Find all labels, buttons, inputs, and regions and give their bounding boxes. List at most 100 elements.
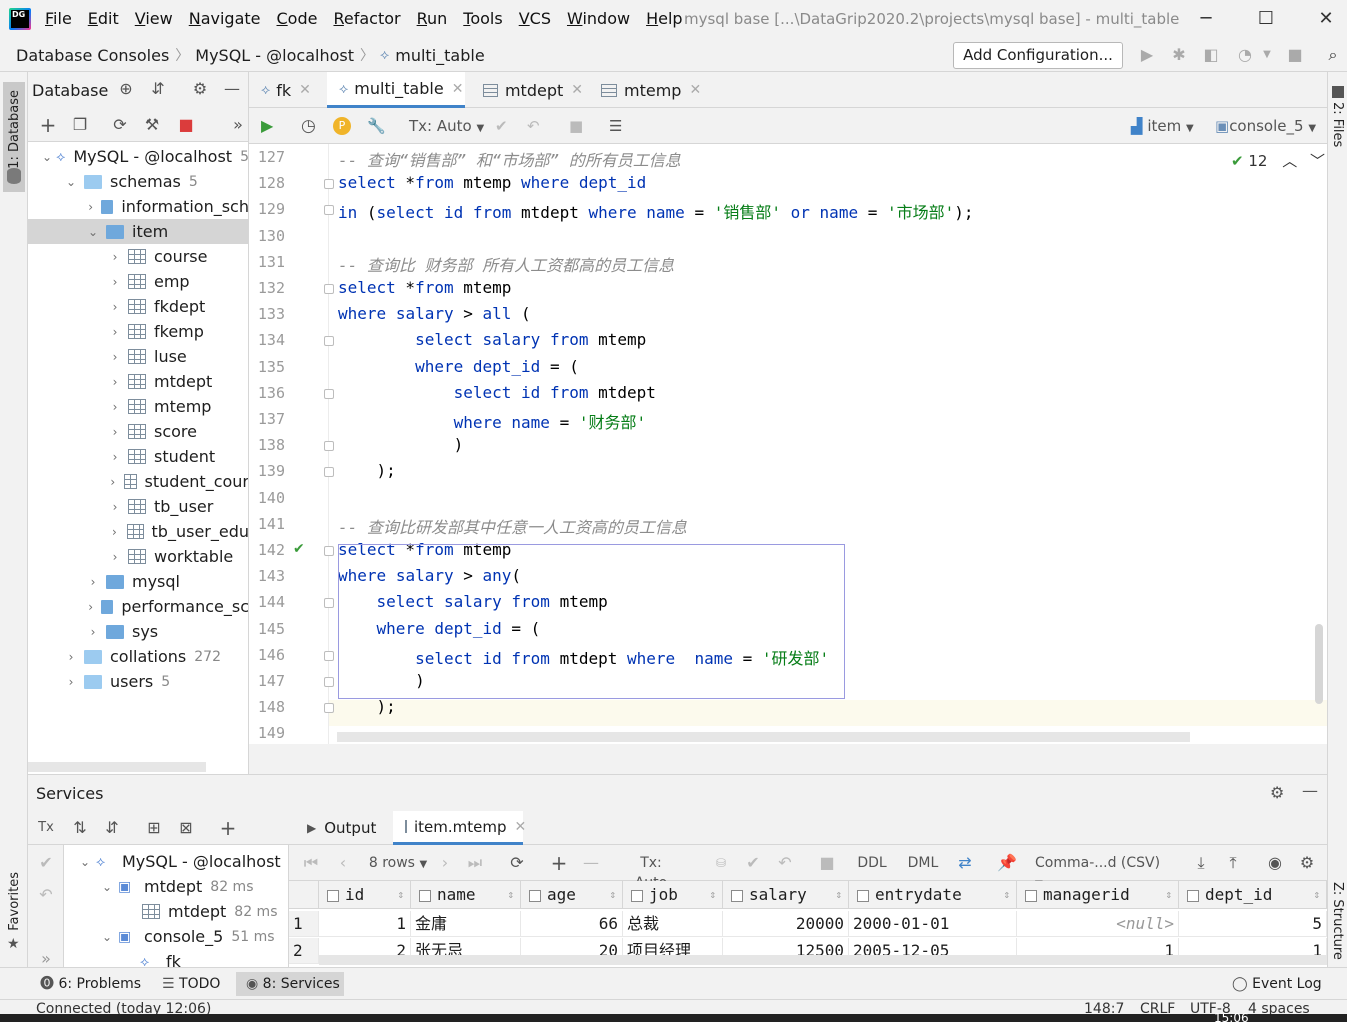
result-layout-icon[interactable]: ☰	[609, 116, 622, 136]
refresh-icon[interactable]: ⟳	[110, 115, 130, 135]
add-icon[interactable]: +	[38, 115, 58, 135]
code-line[interactable]: );	[338, 697, 396, 716]
column-header-age[interactable]: age ⇕	[521, 881, 623, 909]
tree-item-collations[interactable]: › collations 272	[28, 644, 248, 669]
code-line[interactable]: );	[338, 461, 396, 480]
last-page-icon[interactable]: ⏭	[465, 853, 485, 873]
table-cell[interactable]: 5	[1179, 911, 1327, 937]
vertical-scrollbar[interactable]	[1315, 624, 1323, 704]
menu-refactor[interactable]: Refactor	[333, 9, 400, 28]
tab-mtdept[interactable]: mtdept ✕	[471, 72, 583, 108]
chevron-right-icon[interactable]: ›	[64, 675, 78, 689]
tree-item-course[interactable]: › course	[28, 244, 248, 269]
wrench-icon[interactable]: 🔧	[367, 116, 386, 136]
structure-tool-button[interactable]: Z: Structure	[1330, 882, 1345, 960]
sort-icon[interactable]: ⇕	[1003, 881, 1010, 909]
stop-icon[interactable]: ■	[176, 115, 196, 135]
code-line[interactable]: select salary from mtemp	[338, 330, 646, 349]
chevron-right-icon[interactable]: ›	[64, 650, 78, 664]
cancel-icon[interactable]: ■	[817, 853, 837, 873]
code-line[interactable]: -- 查询比 财务部 所有人工资都高的员工信息	[338, 252, 674, 276]
table-cell[interactable]: 总裁	[623, 911, 723, 937]
tree-item-tb-user-edu[interactable]: › tb_user_edu	[28, 519, 248, 544]
delete-row-icon[interactable]: —	[581, 853, 601, 873]
chevron-down-icon[interactable]: ⌄	[100, 880, 114, 894]
column-header-salary[interactable]: salary ⇕	[723, 881, 849, 909]
history-icon[interactable]: ◷	[301, 116, 316, 136]
service-item[interactable]: ⌄ ▣ console_5 51 ms	[68, 924, 275, 949]
tree-item-mtemp[interactable]: › mtemp	[28, 394, 248, 419]
tree-item-mtdept[interactable]: › mtdept	[28, 369, 248, 394]
chevron-right-icon[interactable]: ›	[86, 600, 95, 614]
gear-icon[interactable]: ⚙	[1297, 853, 1317, 873]
fold-marker-icon[interactable]	[324, 598, 334, 609]
add-icon[interactable]: +	[218, 818, 238, 838]
pin-icon[interactable]: 📌	[997, 853, 1017, 873]
tree-item-schemas[interactable]: ⌄ schemas 5	[28, 169, 248, 194]
gear-icon[interactable]: ⚙	[1270, 783, 1284, 802]
fold-marker-icon[interactable]	[324, 205, 334, 216]
menu-vcs[interactable]: VCS	[519, 9, 551, 28]
rollback-icon[interactable]: ↶	[36, 885, 56, 905]
schema-settings-icon[interactable]: ⚒	[142, 115, 162, 135]
new-session-icon[interactable]: ⊠	[176, 818, 196, 838]
horizontal-scrollbar[interactable]	[28, 762, 206, 772]
column-header-name[interactable]: name ⇕	[411, 881, 521, 909]
fold-marker-icon[interactable]	[324, 703, 334, 714]
chevron-down-icon[interactable]: ⌄	[78, 855, 92, 869]
code-line[interactable]: where salary > all (	[338, 304, 531, 323]
tree-item-fkemp[interactable]: › fkemp	[28, 319, 248, 344]
horizontal-scrollbar[interactable]	[319, 955, 1327, 965]
chevron-right-icon[interactable]: ›	[86, 575, 100, 589]
tree-item-mysql-localhost[interactable]: ⌄ ⟡ MySQL - @localhost 5	[28, 144, 248, 169]
rollback-icon[interactable]: ↶	[775, 853, 795, 873]
inspection-widget[interactable]: ✔ 12 ︿ ﹀	[1231, 150, 1325, 171]
chevron-right-icon[interactable]: ›	[86, 625, 100, 639]
code-line[interactable]: )	[338, 435, 464, 454]
dml-button[interactable]: DML	[907, 853, 939, 873]
favorites-tool-button[interactable]: Favorites ★	[3, 872, 25, 957]
chevron-down-icon[interactable]: ﹀	[1310, 152, 1325, 170]
ddl-button[interactable]: DDL	[857, 853, 887, 873]
tree-item-score[interactable]: › score	[28, 419, 248, 444]
explain-plan-icon[interactable]: P	[333, 117, 351, 135]
code-line[interactable]: -- 查询比研发部其中任意一人工资高的员工信息	[338, 514, 687, 538]
execute-icon[interactable]: ▶	[261, 116, 273, 136]
chevron-right-icon[interactable]: ›	[108, 525, 121, 539]
chevron-down-icon[interactable]: ▼	[1258, 46, 1276, 64]
chevron-down-icon[interactable]: ⌄	[100, 930, 114, 944]
sort-icon[interactable]: ⇕	[1165, 881, 1172, 909]
tab-multi-table[interactable]: ⟡ multi_table ✕	[327, 72, 465, 108]
fold-marker-icon[interactable]	[324, 677, 334, 687]
code-line[interactable]: select *from mtemp	[338, 278, 511, 297]
tree-item-tb-user[interactable]: › tb_user	[28, 494, 248, 519]
chevron-right-icon[interactable]: ›	[108, 425, 122, 439]
menu-window[interactable]: Window	[567, 9, 630, 28]
upload-icon[interactable]: ⤒	[1223, 853, 1243, 873]
tree-item-luse[interactable]: › luse	[28, 344, 248, 369]
fold-marker-icon[interactable]	[324, 467, 334, 478]
group-icon[interactable]: ⊞	[144, 818, 164, 838]
table-cell[interactable]: 金庸	[411, 911, 521, 937]
compare-icon[interactable]: ⇄	[955, 853, 975, 873]
problems-tool-button[interactable]: ⓿ 6: Problems	[40, 972, 141, 996]
tree-item-sys[interactable]: › sys	[28, 619, 248, 644]
event-log-button[interactable]: ◯ Event Log	[1232, 972, 1322, 996]
breadcrumb-item[interactable]: MySQL - @localhost	[195, 46, 354, 65]
fold-marker-icon[interactable]	[324, 284, 334, 294]
column-header-id[interactable]: id ⇕	[319, 881, 411, 909]
eye-icon[interactable]: ◉	[1265, 853, 1285, 873]
collapse-all-icon[interactable]: ⇵	[102, 818, 122, 838]
column-header-dept_id[interactable]: dept_id ⇕	[1179, 881, 1327, 909]
tree-item-item[interactable]: ⌄ item	[28, 219, 248, 244]
menu-navigate[interactable]: Navigate	[189, 9, 261, 28]
more-icon[interactable]: »	[36, 949, 56, 969]
fold-marker-icon[interactable]	[324, 336, 334, 347]
menu-view[interactable]: View	[135, 9, 173, 28]
sort-icon[interactable]: ⇕	[835, 881, 842, 909]
maximize-button[interactable]: ☐	[1251, 6, 1281, 32]
tree-item-information-sch[interactable]: › information_sch	[28, 194, 248, 219]
hide-panel-icon[interactable]: —	[1302, 781, 1318, 800]
export-format-dropdown[interactable]: Comma-...d (CSV) ▼	[1035, 853, 1171, 890]
run-icon[interactable]: ▶	[1138, 46, 1156, 64]
